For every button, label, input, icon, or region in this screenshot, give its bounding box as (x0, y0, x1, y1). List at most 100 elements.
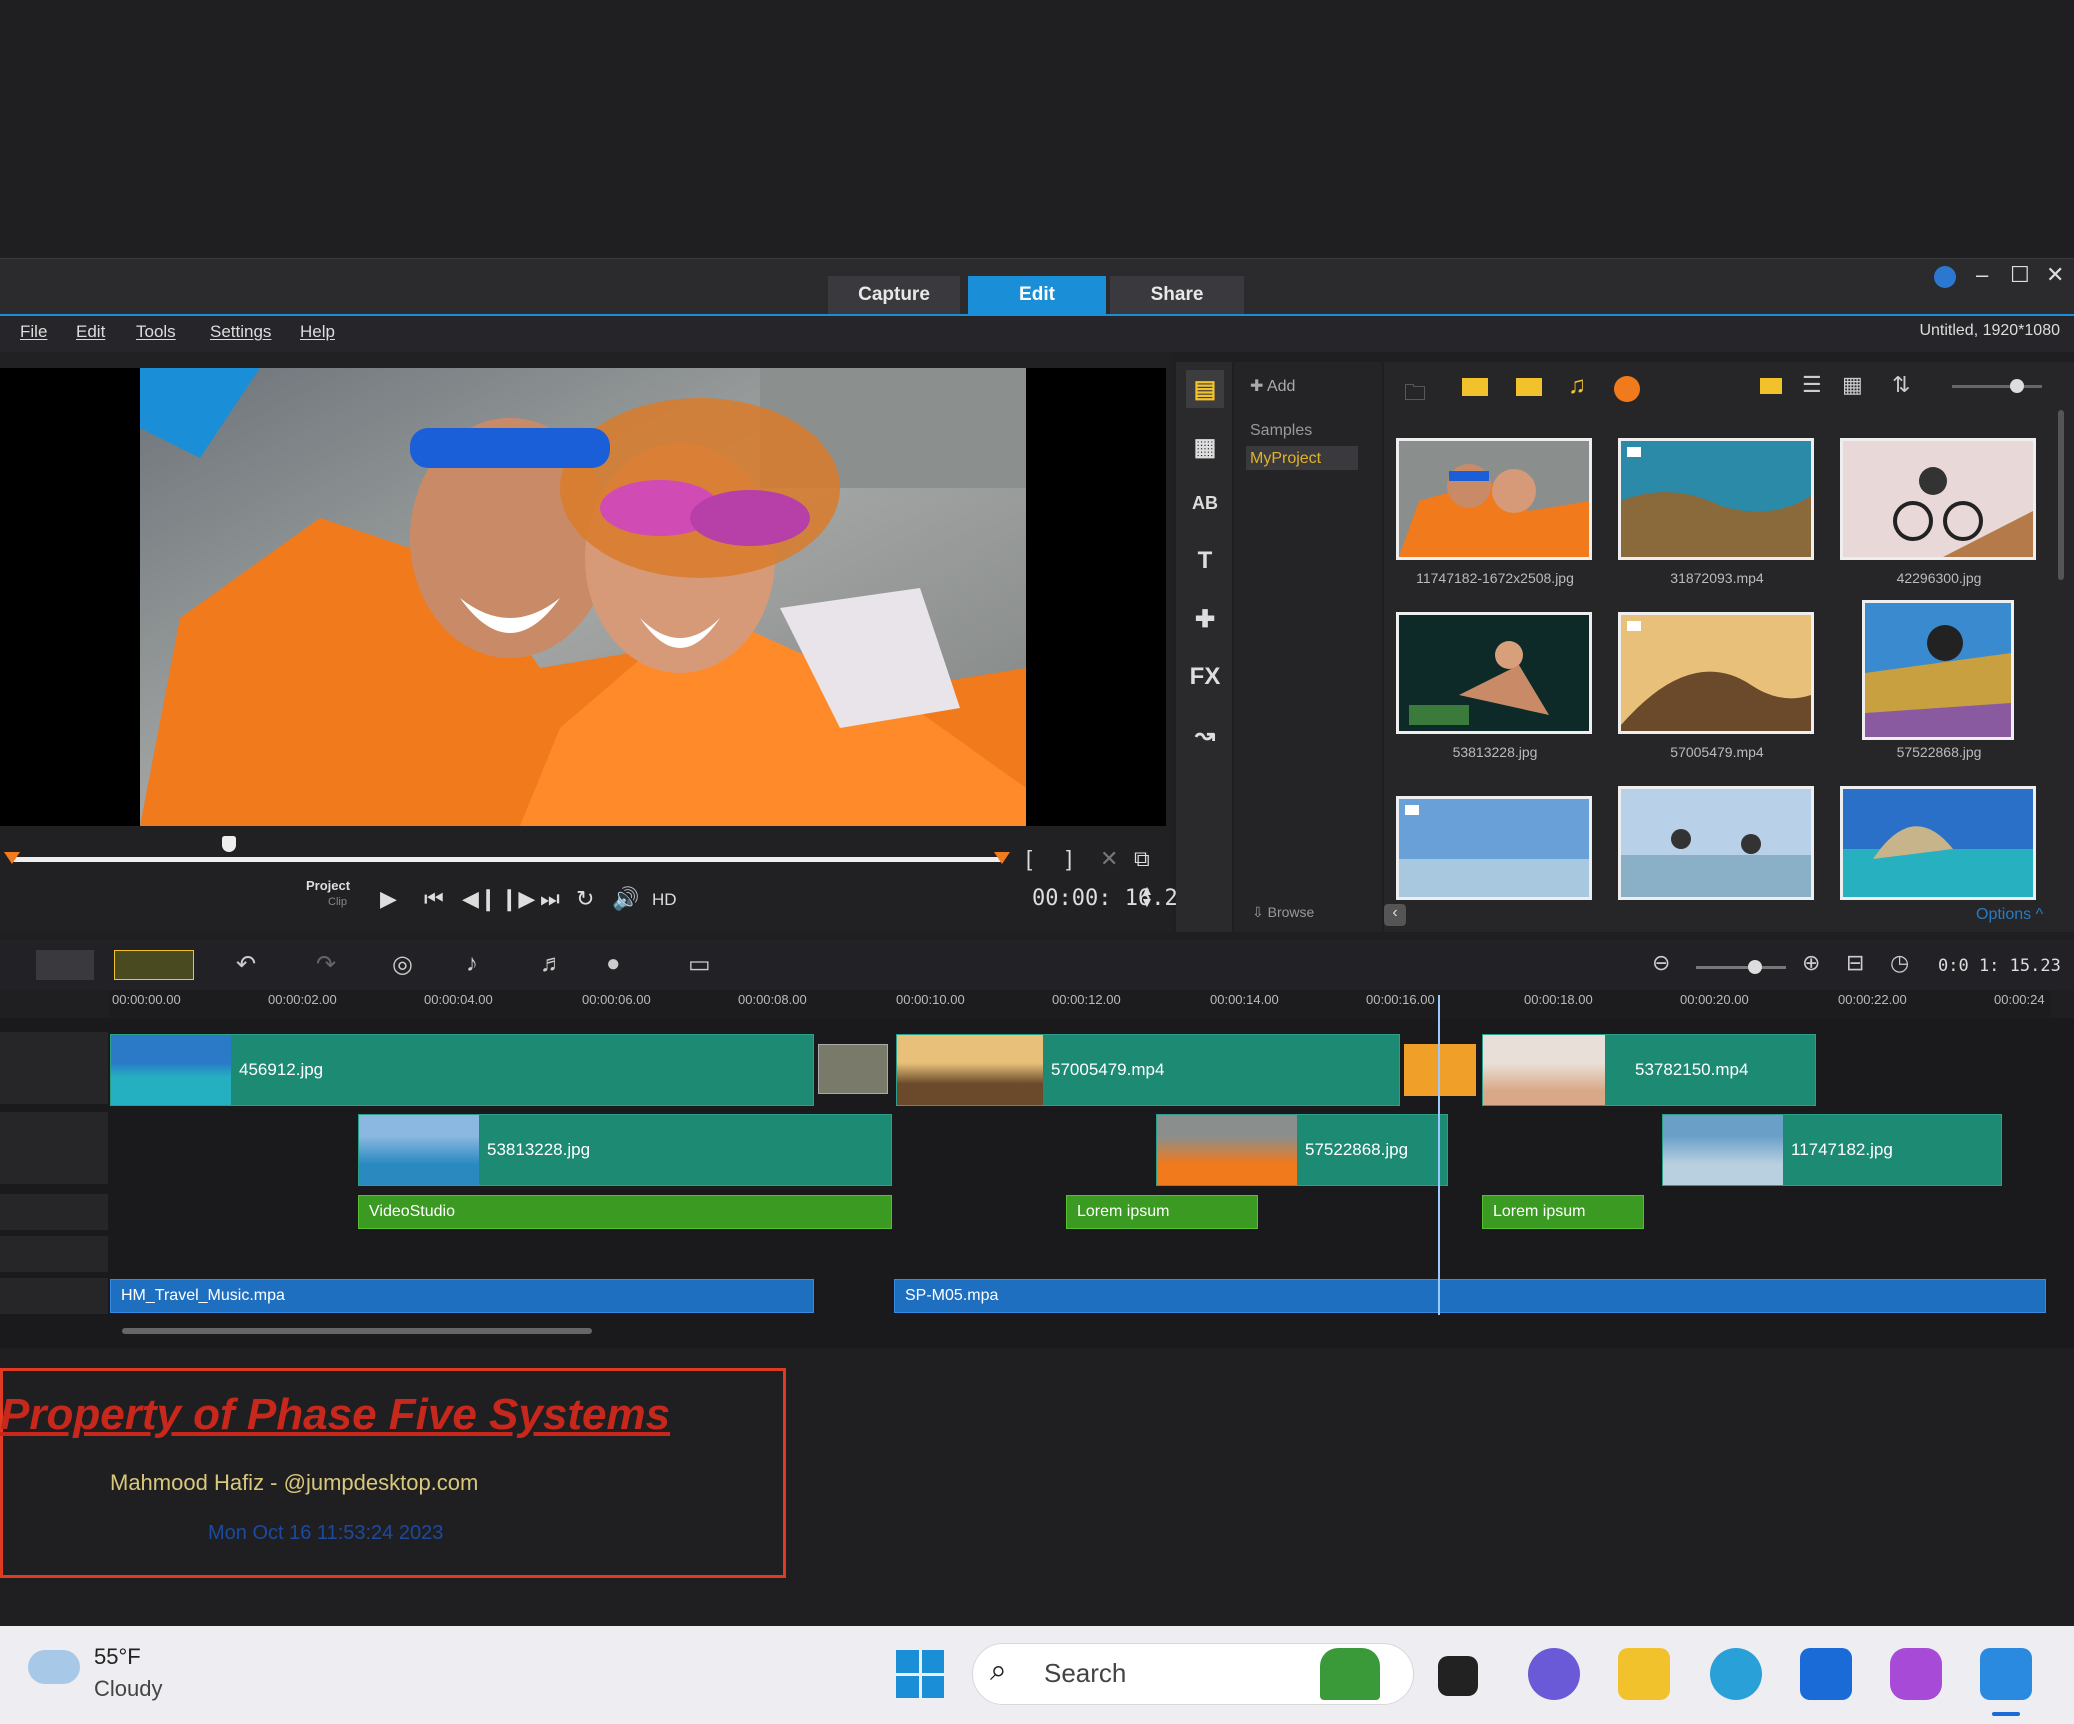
play-icon[interactable]: ▶ (380, 886, 397, 912)
end-icon[interactable]: ⏭ (540, 886, 560, 912)
tab-capture[interactable]: Capture (828, 276, 960, 314)
show-videos-icon[interactable] (1462, 378, 1488, 396)
timeline-playhead[interactable] (1438, 995, 1440, 1315)
media-thumb-1[interactable] (1396, 438, 1592, 560)
split-clip-icon[interactable]: ✕ (1100, 846, 1118, 872)
music-clip-2[interactable]: SP-M05.mpa (894, 1279, 2046, 1313)
undo-icon[interactable]: ↶ (236, 950, 256, 979)
media-thumb-3[interactable] (1840, 438, 2036, 560)
options-button[interactable]: Options ^ (1976, 906, 2043, 924)
zoom-in-icon[interactable]: ⊕ (1802, 950, 1820, 976)
media-thumb-2[interactable] (1618, 438, 1814, 560)
collapse-library-icon[interactable]: ‹ (1384, 904, 1406, 926)
media-thumb-9[interactable] (1840, 786, 2036, 900)
fx-filter-icon[interactable]: FX (1186, 658, 1224, 696)
overlay-clip-3[interactable]: 11747182.jpg (1662, 1114, 2002, 1186)
folder-samples[interactable]: Samples (1250, 422, 1312, 440)
file-explorer-icon[interactable] (1618, 1648, 1670, 1700)
subtitle-editor-icon[interactable]: ▭ (688, 950, 711, 979)
project-mode-label[interactable]: Project (306, 878, 350, 893)
browse-button[interactable]: ⇩ Browse (1252, 904, 1314, 921)
tab-share[interactable]: Share (1110, 276, 1244, 314)
media-thumb-5[interactable] (1618, 612, 1814, 734)
volume-icon[interactable]: 🔊 (612, 886, 639, 912)
folder-myproject[interactable]: MyProject (1250, 450, 1321, 468)
close-icon[interactable]: ✕ (2046, 262, 2064, 288)
video-clip-3[interactable]: 53782150.mp4 (1482, 1034, 1816, 1106)
title-track-header[interactable] (0, 1194, 108, 1230)
next-frame-icon[interactable]: ❙▶ (500, 886, 535, 912)
minimize-icon[interactable]: – (1976, 262, 1988, 288)
folder-open-icon[interactable]: 🗀 (1404, 376, 1426, 414)
thumbnail-size-slider-handle[interactable] (2010, 379, 2024, 393)
mark-in-button[interactable]: [ (1026, 846, 1032, 872)
hd-preview-toggle[interactable]: HD (652, 890, 677, 910)
teams-chat-icon[interactable] (1528, 1648, 1580, 1700)
microsoft-store-icon[interactable] (1800, 1648, 1852, 1700)
menu-file[interactable]: File (20, 322, 47, 342)
overlay-clip-1[interactable]: 53813228.jpg (358, 1114, 892, 1186)
thumbnail-view-icon[interactable] (1760, 378, 1782, 394)
media-thumb-4[interactable] (1396, 612, 1592, 734)
grid-view-icon[interactable]: ▦ (1842, 372, 1863, 398)
title-clip-1[interactable]: VideoStudio (358, 1195, 892, 1229)
menu-tools[interactable]: Tools (136, 322, 176, 342)
auto-music-icon[interactable]: ♬ (540, 950, 564, 978)
weather-temperature[interactable]: 55°F (94, 1644, 141, 1670)
transition-icon[interactable]: AB (1186, 484, 1224, 522)
media-thumb-8[interactable] (1618, 786, 1814, 900)
record-capture-icon[interactable]: ◎ (392, 950, 413, 979)
task-view-icon[interactable] (1438, 1656, 1478, 1696)
media-thumb-7[interactable] (1396, 796, 1592, 900)
title-clip-3[interactable]: Lorem ipsum (1482, 1195, 1644, 1229)
help-globe-icon[interactable] (1934, 266, 1956, 288)
enlarge-preview-icon[interactable]: ⧉ (1134, 846, 1150, 872)
video-clip-2[interactable]: 57005479.mp4 (896, 1034, 1400, 1106)
add-folder-button[interactable]: ✚ Add (1250, 376, 1295, 396)
scrub-handle[interactable] (222, 836, 236, 852)
music-clip-1[interactable]: HM_Travel_Music.mpa (110, 1279, 814, 1313)
menu-help[interactable]: Help (300, 322, 335, 342)
motion-tracking-icon[interactable]: ● (606, 950, 621, 978)
video-clip-1[interactable]: 456912.jpg (110, 1034, 814, 1106)
title-icon[interactable]: T (1186, 542, 1224, 580)
transition-clip-2[interactable] (1404, 1044, 1476, 1096)
trim-end-marker[interactable] (994, 852, 1010, 864)
zoom-slider-handle[interactable] (1748, 960, 1762, 974)
media-icon[interactable]: ▤ (1186, 370, 1224, 408)
title-clip-2[interactable]: Lorem ipsum (1066, 1195, 1258, 1229)
show-audio-icon[interactable]: ♫ (1568, 372, 1586, 400)
cloudy-weather-icon[interactable] (28, 1650, 80, 1684)
voice-track-header[interactable] (0, 1236, 108, 1272)
zoom-out-icon[interactable]: ⊖ (1652, 950, 1670, 976)
menu-settings[interactable]: Settings (210, 322, 271, 342)
scrub-bar[interactable] (10, 857, 1004, 862)
timeline-horizontal-scrollbar[interactable] (122, 1328, 592, 1334)
graphic-icon[interactable]: ✚ (1186, 600, 1224, 638)
mark-out-button[interactable]: ] (1066, 846, 1072, 872)
start-windows-icon[interactable] (896, 1650, 944, 1698)
show-photos-icon[interactable] (1516, 378, 1542, 396)
timecode-display[interactable]: 00:00: 16.28 (1032, 886, 1191, 911)
timeline-view-icon[interactable] (114, 950, 194, 980)
maximize-icon[interactable]: ☐ (2010, 262, 2030, 288)
thumbnail-size-slider[interactable] (1952, 385, 2042, 388)
weather-condition[interactable]: Cloudy (94, 1676, 162, 1702)
menu-edit[interactable]: Edit (76, 322, 105, 342)
instant-project-icon[interactable]: ▦ (1186, 428, 1224, 466)
path-icon[interactable]: ↝ (1186, 716, 1224, 754)
timecode-stepper-icon[interactable]: ▲ ▼ (1140, 883, 1154, 909)
tab-edit[interactable]: Edit (968, 276, 1106, 314)
fit-project-icon[interactable]: ⊟ (1846, 950, 1864, 976)
trim-start-marker[interactable] (4, 852, 20, 864)
sort-icon[interactable]: ⇅ (1892, 372, 1910, 398)
transition-clip-1[interactable] (818, 1044, 888, 1094)
repeat-icon[interactable]: ↻ (576, 886, 594, 912)
global-search-icon[interactable] (1614, 376, 1640, 402)
media-thumb-6[interactable] (1862, 600, 2014, 740)
overlay-track-header[interactable] (0, 1112, 108, 1184)
videostudio-app-icon[interactable] (1980, 1648, 2032, 1700)
project-duration-icon[interactable]: ◷ (1890, 950, 1909, 976)
video-track-header[interactable] (0, 1032, 108, 1104)
redo-icon[interactable]: ↷ (316, 950, 336, 979)
